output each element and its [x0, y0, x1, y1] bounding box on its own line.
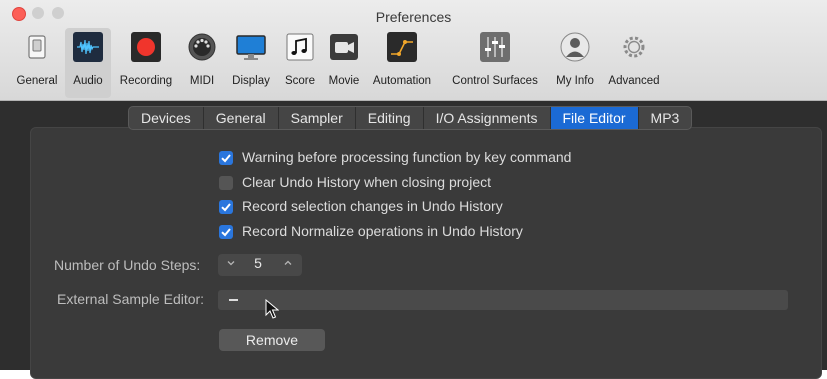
toolbar-item-movie[interactable]: Movie — [323, 28, 365, 98]
record-icon — [131, 32, 161, 62]
tab-general[interactable]: General — [204, 107, 279, 129]
toolbar-item-audio[interactable]: Audio — [65, 28, 111, 98]
checkmark-icon — [221, 228, 231, 237]
checkbox[interactable] — [219, 151, 233, 165]
gears-icon — [623, 36, 645, 58]
checkmark-icon — [221, 203, 231, 212]
remove-button[interactable]: Remove — [219, 329, 325, 351]
tab-sampler[interactable]: Sampler — [279, 107, 356, 129]
midi-port-icon — [188, 33, 216, 61]
toolbar-label: General — [16, 75, 58, 87]
toolbar-label: Display — [232, 75, 270, 87]
sample-editor-label: External Sample Editor: — [57, 291, 205, 307]
toolbar-label: MIDI — [189, 75, 215, 87]
toolbar-label: Movie — [328, 75, 360, 87]
toolbar-label: Control Surfaces — [452, 75, 538, 87]
toolbar-label: Score — [284, 75, 316, 87]
toolbar-item-midi[interactable]: MIDI — [183, 28, 221, 98]
tab-file-editor[interactable]: File Editor — [550, 107, 639, 129]
tab-bar: Devices General Sampler Editing I/O Assi… — [128, 106, 693, 130]
toolbar-item-display[interactable]: Display — [226, 28, 276, 98]
toolbar: Preferences General Audio Recording MIDI… — [0, 0, 827, 101]
tab-editing[interactable]: Editing — [356, 107, 424, 129]
toolbar-item-my-info[interactable]: My Info — [550, 28, 600, 98]
checkmark-icon — [221, 154, 231, 163]
automation-curve-icon — [387, 32, 417, 62]
undo-steps-value: 5 — [254, 255, 262, 271]
undo-steps-label: Number of Undo Steps: — [54, 257, 201, 273]
toolbar-label: My Info — [556, 75, 594, 87]
empty-value-dash — [229, 299, 238, 301]
monitor-icon — [236, 35, 266, 60]
tab-devices[interactable]: Devices — [129, 107, 204, 129]
checkbox[interactable] — [219, 225, 233, 239]
toolbar-label: Recording — [119, 75, 173, 87]
toolbar-label: Audio — [73, 75, 103, 87]
toolbar-label: Automation — [372, 75, 432, 87]
checkbox-label: Record Normalize operations in Undo Hist… — [242, 223, 523, 239]
person-icon — [560, 32, 590, 62]
toolbar-item-score[interactable]: Score — [279, 28, 321, 98]
preferences-window: Preferences General Audio Recording MIDI… — [0, 0, 827, 379]
checkbox[interactable] — [219, 176, 233, 190]
music-note-icon — [286, 33, 314, 61]
mouse-pointer-icon — [265, 299, 279, 319]
chevron-up-icon[interactable] — [283, 258, 293, 268]
video-camera-icon — [330, 34, 358, 60]
checkbox-label: Clear Undo History when closing project — [242, 174, 491, 190]
window-title: Preferences — [375, 9, 452, 25]
toolbar-item-general[interactable]: General — [10, 28, 64, 98]
toolbar-item-recording[interactable]: Recording — [113, 28, 179, 98]
switch-icon — [28, 35, 46, 59]
chevron-down-icon[interactable] — [226, 258, 236, 268]
checkbox[interactable] — [219, 200, 233, 214]
faders-icon — [480, 32, 510, 62]
checkbox-label: Record selection changes in Undo History — [242, 198, 503, 214]
waveform-icon — [73, 32, 103, 62]
toolbar-item-automation[interactable]: Automation — [367, 28, 437, 98]
tab-io-assignments[interactable]: I/O Assignments — [424, 107, 551, 129]
toolbar-item-control-surfaces[interactable]: Control Surfaces — [443, 28, 547, 98]
checkbox-label: Warning before processing function by ke… — [242, 149, 572, 165]
toolbar-label: Advanced — [608, 75, 660, 87]
tab-mp3[interactable]: MP3 — [639, 107, 692, 129]
toolbar-item-advanced[interactable]: Advanced — [603, 28, 665, 98]
undo-steps-stepper[interactable]: 5 — [218, 254, 302, 276]
sample-editor-field[interactable] — [218, 290, 788, 310]
